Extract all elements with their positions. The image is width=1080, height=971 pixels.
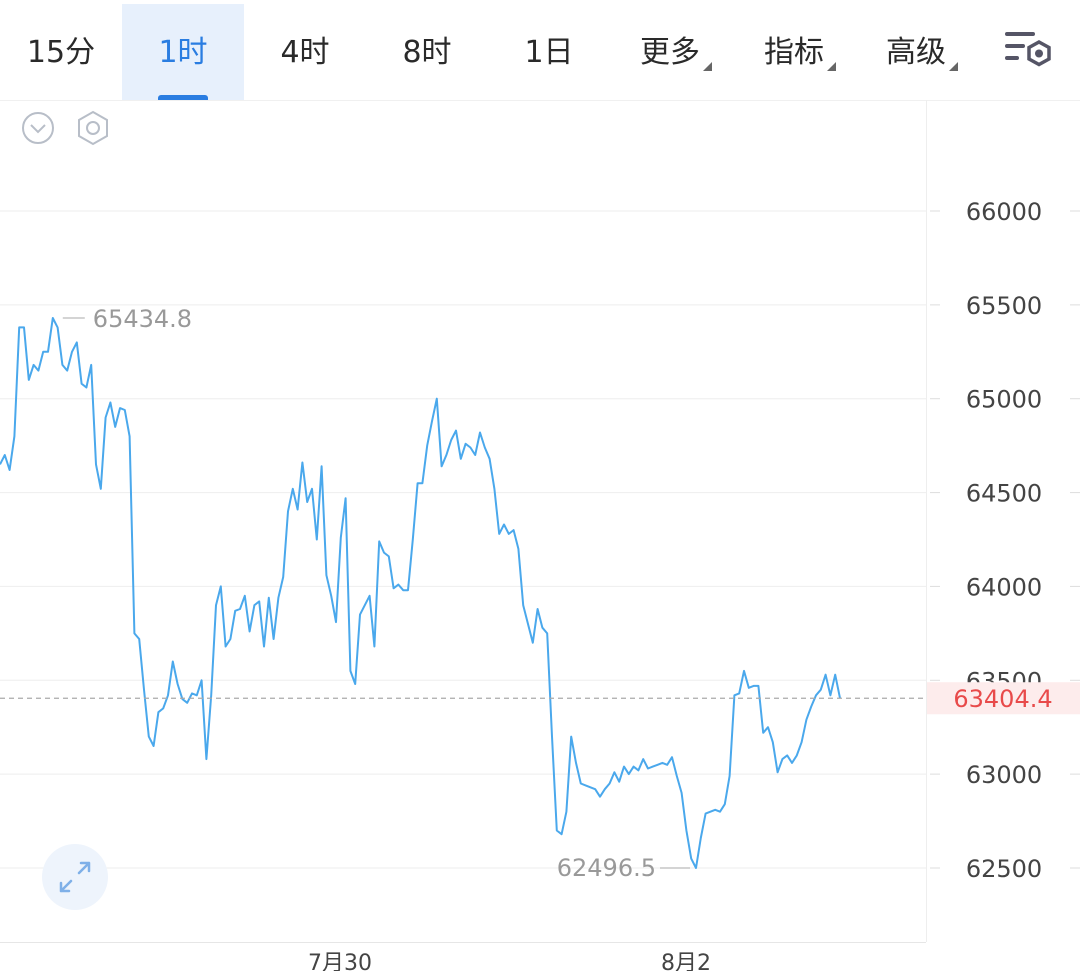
x-tick-label: 7月30 [308,951,372,971]
dropdown-label: 更多 [640,35,700,70]
y-tick-label: 65500 [966,292,1042,320]
chevron-down-circle-icon[interactable] [22,112,54,144]
hexagon-settings-icon[interactable] [78,110,108,146]
dropdown-指标[interactable]: 指标 [764,4,836,100]
price-line [0,317,841,869]
y-tick-label: 65000 [966,386,1042,414]
tab-1时[interactable]: 1时 [122,4,244,100]
tab-1日[interactable]: 1日 [488,4,610,100]
y-tick-label: 63000 [966,761,1042,789]
dropdown-corner-icon [827,62,836,71]
y-tick-label: 66000 [966,198,1042,226]
tab-label: 4时 [280,35,330,70]
tab-label: 15分 [26,35,96,70]
dropdown-高级[interactable]: 高级 [886,4,958,100]
tab-8时[interactable]: 8时 [366,4,488,100]
dropdown-corner-icon [703,62,712,71]
tab-4时[interactable]: 4时 [244,4,366,100]
current-price-label: 63404.4 [953,685,1052,713]
tab-label: 1日 [524,35,574,70]
y-tick-label: 64500 [966,480,1042,508]
tab-15分[interactable]: 15分 [0,4,122,100]
dropdown-更多[interactable]: 更多 [640,4,712,100]
tab-label: 8时 [402,35,452,70]
fullscreen-expand-icon[interactable] [42,844,108,910]
dropdown-label: 指标 [764,35,824,70]
x-tick-label: 8月2 [661,951,711,971]
tab-label: 1时 [158,35,208,70]
high-price-label: 65434.8 [93,305,192,333]
y-tick-label: 64000 [966,573,1042,601]
timeframe-tab-bar: 15分 1时 4时 8时 1日 更多 指标 高级 [0,0,1080,100]
low-price-label: 62496.5 [557,854,656,882]
dropdown-corner-icon [949,62,958,71]
dropdown-label: 高级 [886,35,946,70]
y-tick-label: 62500 [966,855,1042,883]
price-chart[interactable]: 6250063000635006400064500650006550066000… [0,100,1080,971]
chart-settings-icon[interactable] [1003,30,1055,74]
